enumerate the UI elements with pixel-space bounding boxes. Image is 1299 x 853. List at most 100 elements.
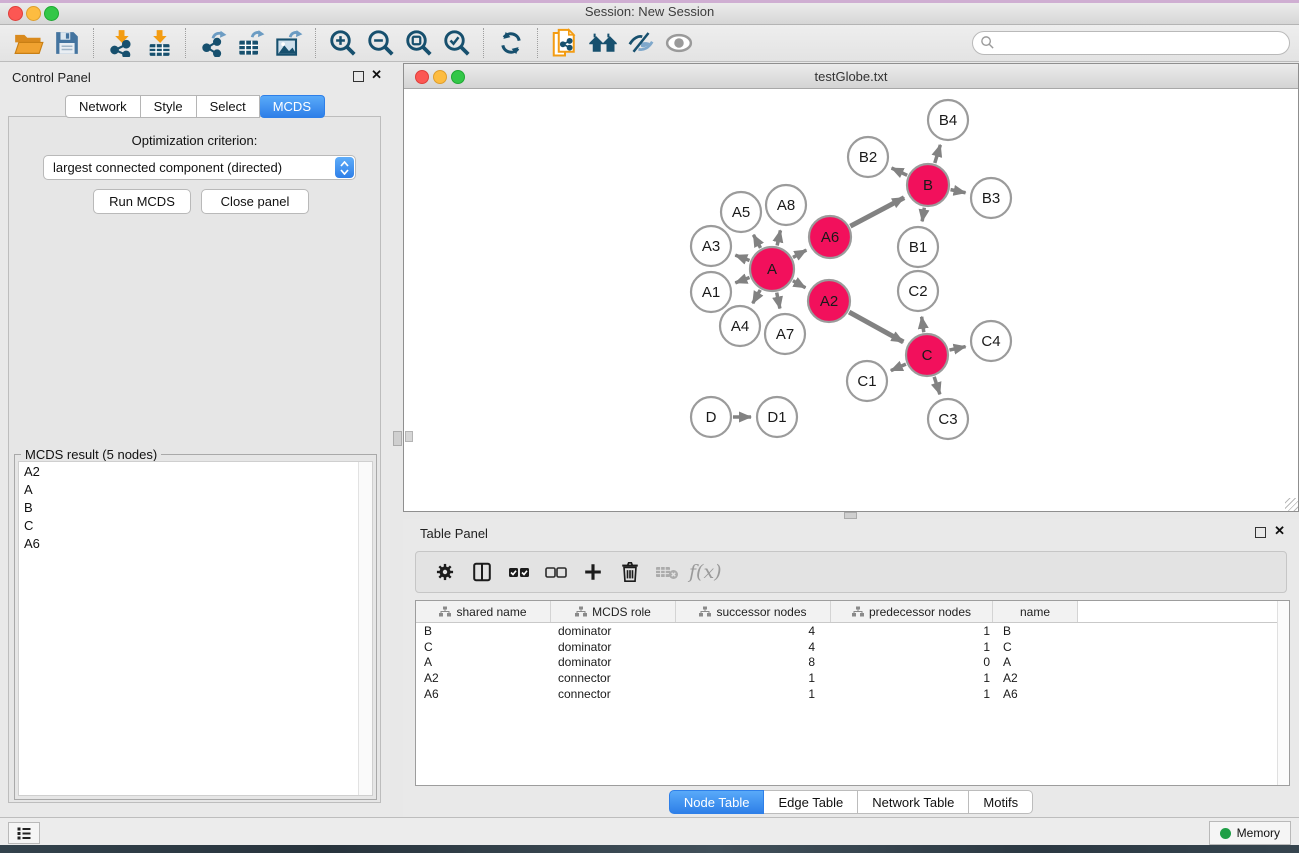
- desktop-background: [0, 845, 1299, 853]
- control-panel: Control Panel ✕ Network Style Select MCD…: [0, 62, 390, 817]
- zoom-selected-button[interactable]: [438, 27, 476, 59]
- import-network-button[interactable]: [102, 27, 140, 59]
- hide-eye-button[interactable]: [622, 27, 660, 59]
- table-tabs: Node Table Edge Table Network Table Moti…: [403, 790, 1299, 814]
- tab-network-table[interactable]: Network Table: [858, 790, 969, 814]
- graph-edge-A6-B[interactable]: [850, 198, 904, 227]
- select-all-button[interactable]: [500, 555, 537, 589]
- export-network-button[interactable]: [194, 27, 232, 59]
- graph-edge-A-A1[interactable]: [735, 277, 749, 282]
- gear-button[interactable]: [426, 555, 463, 589]
- close-panel-button[interactable]: Close panel: [201, 189, 309, 214]
- criterion-dropdown[interactable]: largest connected component (directed): [43, 155, 356, 180]
- graph-edge-A2-C[interactable]: [849, 312, 903, 342]
- sort-hierarchy-icon: [439, 606, 451, 617]
- graph-edge-B-B3[interactable]: [951, 190, 966, 193]
- tab-network[interactable]: Network: [65, 95, 141, 118]
- horizontal-splitter-handle[interactable]: [844, 512, 857, 519]
- graph-edge-A-A7[interactable]: [777, 293, 780, 309]
- tab-motifs[interactable]: Motifs: [969, 790, 1033, 814]
- network-document-icon: [550, 28, 580, 58]
- memory-button[interactable]: Memory: [1209, 821, 1291, 845]
- graph-edge-A-A2[interactable]: [793, 281, 806, 288]
- zoom-in-button[interactable]: [324, 27, 362, 59]
- table-row[interactable]: Adominator80A: [416, 655, 1289, 671]
- column-header-name[interactable]: name: [993, 601, 1078, 622]
- graph-node-label-A8: A8: [777, 197, 795, 214]
- graph-edge-A-A4[interactable]: [753, 290, 761, 303]
- zoom-out-button[interactable]: [362, 27, 400, 59]
- mcds-list-scrollbar[interactable]: [358, 462, 372, 795]
- graph-edge-A-A3[interactable]: [735, 255, 749, 260]
- graph-edge-A-A5[interactable]: [753, 235, 760, 248]
- export-image-button[interactable]: [270, 27, 308, 59]
- open-session-button[interactable]: [10, 27, 48, 59]
- network-window-title: testGlobe.txt: [404, 69, 1298, 84]
- save-session-icon: [54, 30, 80, 56]
- import-table-button[interactable]: [140, 27, 178, 59]
- deselect-all-button[interactable]: [537, 555, 574, 589]
- column-header-predecessor-nodes[interactable]: predecessor nodes: [831, 601, 993, 622]
- column-header-MCDS-role[interactable]: MCDS role: [551, 601, 676, 622]
- mcds-result-item[interactable]: A2: [19, 462, 372, 480]
- export-table-button[interactable]: [232, 27, 270, 59]
- graph-edge-A-A6[interactable]: [793, 250, 806, 257]
- vertical-splitter-handle[interactable]: [393, 431, 402, 446]
- network-graph-svg[interactable]: AA1A2A3A4A5A6A7A8BB1B2B3B4CC1C2C3C4DD1: [405, 89, 1297, 510]
- zoom-fit-button[interactable]: [400, 27, 438, 59]
- graph-edge-C-C1[interactable]: [891, 364, 906, 371]
- table-panel-title: Table Panel: [420, 526, 488, 541]
- table-row[interactable]: A6connector11A6: [416, 686, 1289, 702]
- window-resize-handle[interactable]: [1285, 498, 1298, 511]
- table-float-icon[interactable]: [1255, 527, 1266, 538]
- criterion-dropdown-value: largest connected component (directed): [44, 160, 335, 175]
- graph-edge-C-C3[interactable]: [934, 377, 940, 394]
- add-column-button[interactable]: [574, 555, 611, 589]
- save-session-button[interactable]: [48, 27, 86, 59]
- search-field[interactable]: [972, 31, 1290, 55]
- graph-edge-A-A8[interactable]: [777, 230, 780, 245]
- export-table-icon: [237, 29, 265, 57]
- graph-edge-C-C4[interactable]: [949, 347, 965, 351]
- graph-edge-B-B4[interactable]: [935, 145, 941, 163]
- canvas-edge-mark: [405, 431, 413, 442]
- mcds-result-item[interactable]: B: [19, 498, 372, 516]
- toolbar-separator: [185, 28, 187, 58]
- column-header-shared-name[interactable]: shared name: [416, 601, 551, 622]
- network-window-titlebar[interactable]: testGlobe.txt: [404, 64, 1298, 89]
- mcds-result-item[interactable]: A6: [19, 534, 372, 552]
- table-row[interactable]: Cdominator41C: [416, 639, 1289, 655]
- float-panel-icon[interactable]: [353, 71, 364, 82]
- graph-edge-C-C2[interactable]: [922, 317, 924, 332]
- graph-edge-B-B1[interactable]: [922, 208, 924, 222]
- table-scrollbar[interactable]: [1277, 601, 1289, 785]
- tab-style[interactable]: Style: [141, 95, 197, 118]
- graph-edge-B-B2[interactable]: [892, 168, 908, 175]
- function-builder-button: f(x): [689, 561, 722, 583]
- mcds-result-item[interactable]: A: [19, 480, 372, 498]
- mcds-result-item[interactable]: C: [19, 516, 372, 534]
- run-mcds-button[interactable]: Run MCDS: [93, 189, 191, 214]
- tab-select[interactable]: Select: [197, 95, 260, 118]
- tab-node-table[interactable]: Node Table: [669, 790, 765, 814]
- tab-mcds[interactable]: MCDS: [260, 95, 325, 118]
- tab-edge-table[interactable]: Edge Table: [764, 790, 858, 814]
- horizontal-splitter[interactable]: [403, 512, 1299, 519]
- task-history-button[interactable]: [8, 822, 40, 844]
- split-columns-button[interactable]: [463, 555, 500, 589]
- table-row[interactable]: Bdominator41B: [416, 623, 1289, 639]
- control-panel-tabs: Network Style Select MCDS: [0, 95, 390, 118]
- delete-column-button[interactable]: [611, 555, 648, 589]
- vertical-splitter[interactable]: [390, 62, 403, 817]
- refresh-button[interactable]: [492, 27, 530, 59]
- mcds-result-list[interactable]: A2ABCA6: [18, 461, 373, 796]
- network-canvas[interactable]: AA1A2A3A4A5A6A7A8BB1B2B3B4CC1C2C3C4DD1: [405, 89, 1297, 510]
- search-input[interactable]: [972, 31, 1290, 55]
- close-panel-icon[interactable]: ✕: [371, 67, 382, 83]
- table-close-icon[interactable]: ✕: [1274, 523, 1285, 539]
- home-button[interactable]: [584, 27, 622, 59]
- table-row[interactable]: A2connector11A2: [416, 670, 1289, 686]
- show-eye-button[interactable]: [660, 27, 698, 59]
- column-header-successor-nodes[interactable]: successor nodes: [676, 601, 831, 622]
- network-document-button[interactable]: [546, 27, 584, 59]
